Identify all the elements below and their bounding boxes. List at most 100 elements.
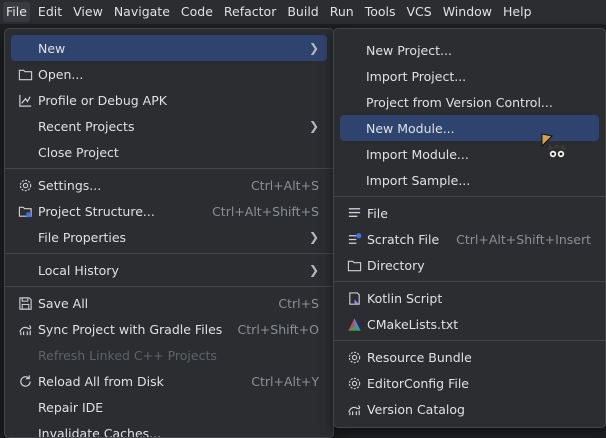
menu-code[interactable]: Code (178, 2, 216, 22)
menu-item-file[interactable]: File (340, 200, 599, 226)
menu-item-close-project[interactable]: Close Project (11, 139, 327, 165)
menu-item-label: Project from Version Control... (366, 95, 599, 110)
menu-item-label: Recent Projects (38, 119, 309, 134)
version-catalog-icon (346, 401, 362, 417)
project-structure-icon (17, 203, 33, 219)
shortcut-label: Ctrl+Shift+O (238, 322, 319, 337)
menu-item-label: Project Structure... (38, 204, 212, 219)
menu-run[interactable]: Run (327, 2, 357, 22)
menu-item-resource-bundle[interactable]: Resource Bundle (340, 344, 599, 370)
cmake-icon (346, 316, 362, 332)
file-lines-icon (346, 205, 362, 221)
menu-item-label: Save All (38, 296, 278, 311)
menu-item-label: CMakeLists.txt (367, 317, 599, 332)
chevron-right-icon: ❯ (309, 119, 319, 133)
shortcut-label: Ctrl+S (278, 296, 319, 311)
gradle-sync-icon (17, 321, 33, 337)
menu-item-label: Refresh Linked C++ Projects (38, 348, 327, 363)
menu-item-refresh-cpp: Refresh Linked C++ Projects (11, 342, 327, 368)
menu-navigate[interactable]: Navigate (111, 2, 173, 22)
menu-item-label: Profile or Debug APK (38, 93, 327, 108)
menu-item-save-all[interactable]: Save All Ctrl+S (11, 290, 327, 316)
menu-item-local-history[interactable]: Local History ❯ (11, 257, 327, 283)
menu-item-cmakelists[interactable]: CMakeLists.txt (340, 311, 599, 337)
save-icon (17, 295, 33, 311)
menu-item-label: Reload All from Disk (38, 374, 251, 389)
menu-item-label: Repair IDE (38, 400, 327, 415)
menu-item-sync-gradle[interactable]: Sync Project with Gradle Files Ctrl+Shif… (11, 316, 327, 342)
menu-item-label: Kotlin Script (367, 291, 599, 306)
menu-item-scratch-file[interactable]: Scratch File Ctrl+Alt+Shift+Insert (340, 226, 599, 252)
shortcut-label: Ctrl+Alt+S (251, 178, 319, 193)
menu-item-label: Open... (38, 67, 327, 82)
menu-separator (334, 196, 605, 197)
menu-item-label: Invalidate Caches... (38, 426, 327, 438)
folder-icon (346, 257, 362, 273)
menu-item-label: File (367, 206, 599, 221)
menu-view[interactable]: View (70, 2, 106, 22)
menu-edit[interactable]: Edit (35, 2, 65, 22)
shortcut-label: Ctrl+Alt+Shift+Insert (456, 232, 591, 247)
new-submenu-popup: New Project... Import Project... Project… (333, 28, 606, 428)
menu-item-new[interactable]: New ❯ (11, 35, 327, 61)
menu-window[interactable]: Window (440, 2, 495, 22)
file-menu-popup: New ❯ Open... Profile or Debug APK Recen… (4, 28, 334, 438)
editorconfig-gear-icon (346, 375, 362, 391)
menu-item-settings[interactable]: Settings... Ctrl+Alt+S (11, 172, 327, 198)
resource-bundle-gear-icon (346, 349, 362, 365)
menu-item-profile-debug-apk[interactable]: Profile or Debug APK (11, 87, 327, 113)
menu-item-project-from-vcs[interactable]: Project from Version Control... (340, 89, 599, 115)
menu-item-label: Import Sample... (366, 173, 599, 188)
menu-item-label: Import Project... (366, 69, 599, 84)
menu-item-label: New (38, 41, 309, 56)
kotlin-script-icon (346, 290, 362, 306)
menu-file[interactable]: File (3, 2, 30, 22)
profile-apk-icon (17, 92, 33, 108)
menu-tools[interactable]: Tools (362, 2, 399, 22)
menu-item-version-catalog[interactable]: Version Catalog (340, 396, 599, 422)
menu-item-label: Scratch File (367, 232, 456, 247)
chevron-right-icon: ❯ (309, 230, 319, 244)
shortcut-label: Ctrl+Alt+Shift+S (212, 204, 319, 219)
menu-item-label: Resource Bundle (367, 350, 599, 365)
menu-item-editorconfig[interactable]: EditorConfig File (340, 370, 599, 396)
chevron-right-icon: ❯ (309, 263, 319, 277)
menu-item-label: Directory (367, 258, 599, 273)
shortcut-label: Ctrl+Alt+Y (251, 374, 319, 389)
menu-item-import-project[interactable]: Import Project... (340, 63, 599, 89)
menu-item-label: Settings... (38, 178, 251, 193)
main-menubar: File Edit View Navigate Code Refactor Bu… (0, 0, 606, 24)
chevron-right-icon: ❯ (309, 41, 319, 55)
menu-item-kotlin-script[interactable]: Kotlin Script (340, 285, 599, 311)
menu-build[interactable]: Build (284, 2, 321, 22)
menu-help[interactable]: Help (500, 2, 535, 22)
mouse-cursor-icon (540, 132, 574, 162)
menu-item-label: EditorConfig File (367, 376, 599, 391)
menu-item-repair-ide[interactable]: Repair IDE (11, 394, 327, 420)
menu-refactor[interactable]: Refactor (221, 2, 279, 22)
scratch-file-icon (346, 231, 362, 247)
menu-item-invalidate-caches[interactable]: Invalidate Caches... (11, 420, 327, 438)
menu-item-recent-projects[interactable]: Recent Projects ❯ (11, 113, 327, 139)
menu-item-file-properties[interactable]: File Properties ❯ (11, 224, 327, 250)
menu-vcs[interactable]: VCS (404, 2, 435, 22)
menu-item-import-sample[interactable]: Import Sample... (340, 167, 599, 193)
reload-icon (17, 373, 33, 389)
menu-item-project-structure[interactable]: Project Structure... Ctrl+Alt+Shift+S (11, 198, 327, 224)
folder-icon (17, 66, 33, 82)
menu-item-label: New Project... (366, 43, 599, 58)
menu-item-label: Version Catalog (367, 402, 599, 417)
menu-separator (5, 168, 333, 169)
menu-item-open[interactable]: Open... (11, 61, 327, 87)
gear-icon (17, 177, 33, 193)
menu-item-label: Local History (38, 263, 309, 278)
menu-item-label: Sync Project with Gradle Files (38, 322, 238, 337)
menu-item-label: Close Project (38, 145, 327, 160)
menu-separator (5, 286, 333, 287)
menu-separator (5, 253, 333, 254)
menu-item-reload-disk[interactable]: Reload All from Disk Ctrl+Alt+Y (11, 368, 327, 394)
menu-separator (334, 281, 605, 282)
menu-item-label: File Properties (38, 230, 309, 245)
menu-item-directory[interactable]: Directory (340, 252, 599, 278)
menu-item-new-project[interactable]: New Project... (340, 37, 599, 63)
